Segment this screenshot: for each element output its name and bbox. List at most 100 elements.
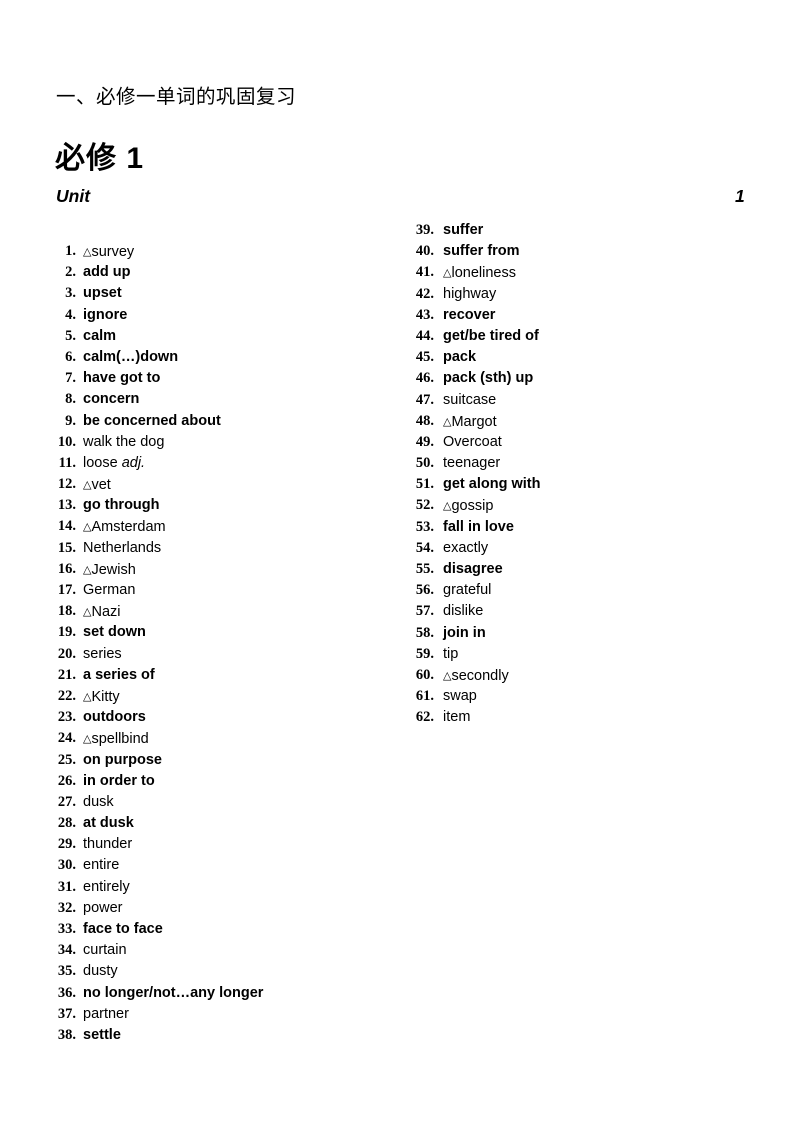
vocabulary-item-number: 61. <box>415 688 434 705</box>
vocabulary-item-word: dislike <box>443 603 484 620</box>
vocabulary-item-word: Jewish <box>91 561 136 578</box>
vocabulary-item-word: Margot <box>451 413 497 430</box>
vocabulary-item-word: partner <box>83 1005 129 1022</box>
vocabulary-item-term: upset <box>83 283 122 304</box>
vocabulary-item-number: 7. <box>65 370 76 387</box>
vocabulary-item: 55. disagree <box>404 559 734 580</box>
vocabulary-item-number: 18. <box>57 603 76 620</box>
vocabulary-item-term: dislike <box>443 601 483 622</box>
vocabulary-item-word: go through <box>83 497 160 514</box>
vocabulary-column-right: 39. suffer 40. suffer from 41. △loneliness 42.… <box>404 220 734 729</box>
vocabulary-item-word: calm(…)down <box>83 348 179 365</box>
vocabulary-item-word: ignore <box>83 306 128 323</box>
vocabulary-item-term: fall in love <box>443 517 514 538</box>
vocabulary-item-term: △loneliness <box>443 262 516 284</box>
vocabulary-item-term: Overcoat <box>443 432 502 453</box>
vocabulary-item-number: 35. <box>57 963 76 980</box>
vocabulary-item-word: set down <box>83 624 146 641</box>
book-heading: 必修 1 <box>55 142 145 175</box>
vocabulary-item: 13. go through <box>50 495 370 516</box>
vocabulary-item-term: set down <box>83 622 146 643</box>
vocabulary-item-word: Overcoat <box>443 433 502 450</box>
vocabulary-item-word: settle <box>83 1026 121 1043</box>
vocabulary-item: 59. tip <box>404 644 734 665</box>
vocabulary-item-word: disagree <box>443 561 503 577</box>
vocabulary-item-number: 31. <box>57 878 76 895</box>
unit-number: 1 <box>735 186 745 206</box>
vocabulary-item: 12. △vet <box>50 474 370 495</box>
vocabulary-item-number: 33. <box>57 921 76 937</box>
vocabulary-item-number: 39. <box>415 222 434 238</box>
vocabulary-item-number: 52. <box>415 497 434 514</box>
vocabulary-item: 51. get along with <box>404 474 734 495</box>
vocabulary-item-term: get along with <box>443 474 540 495</box>
vocabulary-item-term: curtain <box>83 940 127 961</box>
vocabulary-item-term: △vet <box>83 474 111 496</box>
unit-label: Unit <box>56 186 91 206</box>
vocabulary-item-number: 30. <box>57 857 76 874</box>
vocabulary-item-number: 62. <box>415 709 434 726</box>
vocabulary-item-word: tip <box>443 645 459 662</box>
vocabulary-item-term: suffer from <box>443 241 520 262</box>
vocabulary-item-number: 25. <box>57 751 76 768</box>
vocabulary-item-term: at dusk <box>83 813 134 834</box>
vocabulary-item-term: go through <box>83 495 160 516</box>
vocabulary-item: 58. join in <box>404 623 734 644</box>
vocabulary-item: 20. series <box>50 644 370 665</box>
vocabulary-item-word: concern <box>83 391 140 408</box>
vocabulary-item: 50. teenager <box>404 453 734 474</box>
vocabulary-item-term: get/be tired of <box>443 326 539 347</box>
vocabulary-item-number: 56. <box>415 582 434 599</box>
vocabulary-item-word: thunder <box>83 836 133 853</box>
document-page: 一、必修一单词的巩固复习 必修 1 Unit 1 1. △survey 2. add … <box>0 0 800 1132</box>
vocabulary-item-word: exactly <box>443 539 489 556</box>
vocabulary-item-term: grateful <box>443 580 491 601</box>
vocabulary-item-word: pack <box>443 349 477 366</box>
vocabulary-item-number: 37. <box>57 1005 76 1022</box>
vocabulary-item-term: on purpose <box>83 750 162 771</box>
unit-header-row: Unit 1 <box>56 186 745 210</box>
vocabulary-item-number: 6. <box>65 348 76 365</box>
vocabulary-item-number: 29. <box>57 836 76 853</box>
vocabulary-item: 23. outdoors <box>50 707 370 728</box>
vocabulary-item-number: 46. <box>415 370 434 387</box>
vocabulary-item: 40. suffer from <box>404 241 734 262</box>
vocabulary-item-term: pack <box>443 347 476 368</box>
vocabulary-item-word: dusty <box>83 963 118 980</box>
vocabulary-item-term: entirely <box>83 877 130 898</box>
vocabulary-item-term: suitcase <box>443 390 496 411</box>
vocabulary-item: 43. recover <box>404 305 734 326</box>
vocabulary-item-word: power <box>83 899 123 916</box>
vocabulary-item-term: tip <box>443 644 458 665</box>
vocabulary-item-term: be concerned about <box>83 411 221 432</box>
vocabulary-item-word: on purpose <box>83 751 162 768</box>
vocabulary-column-left: 1. △survey 2. add up 3. upset 4. ignore 5. calm 6.… <box>50 241 370 1046</box>
vocabulary-item: 52. △gossip <box>404 495 734 516</box>
vocabulary-item-word: German <box>83 582 136 598</box>
vocabulary-item-term: no longer/not…any longer <box>83 983 263 1004</box>
vocabulary-item-number: 14. <box>57 518 76 535</box>
vocabulary-item-word: outdoors <box>83 709 146 726</box>
vocabulary-item-number: 13. <box>57 497 76 514</box>
vocabulary-item: 48. △Margot <box>404 411 734 432</box>
vocabulary-item-term: disagree <box>443 559 503 580</box>
vocabulary-item-word: secondly <box>451 667 509 684</box>
vocabulary-item-term: series <box>83 644 122 665</box>
vocabulary-item-word: fall in love <box>443 518 514 535</box>
vocabulary-item-number: 42. <box>415 285 434 302</box>
vocabulary-item-term: △Nazi <box>83 601 120 623</box>
vocabulary-item-number: 60. <box>415 666 434 683</box>
vocabulary-item: 42. highway <box>404 284 734 305</box>
vocabulary-item-number: 57. <box>415 603 434 620</box>
vocabulary-item-number: 51. <box>415 476 434 493</box>
vocabulary-item-term: ignore <box>83 305 127 326</box>
vocabulary-item-word: get/be tired of <box>443 327 539 344</box>
vocabulary-item: 28. at dusk <box>50 813 370 834</box>
vocabulary-item-term: entire <box>83 855 119 876</box>
vocabulary-item: 11. loose adj. <box>50 453 370 474</box>
vocabulary-item-term: △Jewish <box>83 559 136 581</box>
vocabulary-item-number: 16. <box>57 560 76 577</box>
vocabulary-item-number: 9. <box>65 412 76 429</box>
vocabulary-item: 3. upset <box>50 283 370 304</box>
vocabulary-item-number: 15. <box>57 539 76 556</box>
